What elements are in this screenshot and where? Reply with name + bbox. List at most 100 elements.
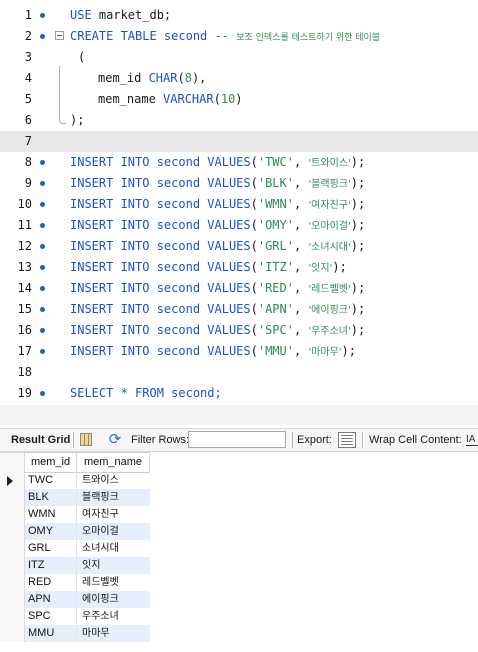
cell-mem-id[interactable]: APN [25, 591, 77, 608]
editor-line[interactable]: 1 USE market_db; [0, 5, 478, 26]
code-token: ( [177, 71, 185, 85]
row-header[interactable] [0, 540, 25, 557]
code-text: INSERT INTO second VALUES('OMY', '오마이걸')… [70, 215, 365, 237]
editor-line[interactable]: 10 INSERT INTO second VALUES('WMN', '여자친구… [0, 194, 478, 215]
editor-line[interactable]: 5 mem_name VARCHAR(10) [0, 89, 478, 110]
table-row[interactable]: GRL 소녀시대 [0, 540, 150, 557]
row-header[interactable] [0, 523, 25, 540]
row-header[interactable] [0, 472, 25, 489]
column-header-mem-id[interactable]: mem_id [25, 453, 77, 472]
cell-mem-id[interactable]: BLK [25, 489, 77, 506]
cell-mem-name[interactable]: 블랙핑크 [77, 489, 150, 506]
code-token: USE [70, 8, 92, 22]
editor-line[interactable]: 6); [0, 110, 478, 131]
line-number: 1 [24, 8, 32, 22]
editor-line[interactable]: 3( [0, 47, 478, 68]
table-row[interactable]: SPC 우주소녀 [0, 608, 150, 625]
code-token: ); [350, 176, 366, 190]
cell-mem-id[interactable]: TWC [25, 472, 77, 489]
editor-line[interactable]: 8 INSERT INTO second VALUES('TWC', '트와이스'… [0, 152, 478, 173]
table-row[interactable]: ITZ 잇지 [0, 557, 150, 574]
code-token: INSERT INTO second VALUES [70, 344, 251, 358]
code-token: 보조 인덱스를 테스트하기 위한 테이블 [236, 33, 381, 43]
editor-line[interactable]: 19 SELECT * FROM second; [0, 383, 478, 404]
table-row[interactable]: TWC 트와이스 [0, 472, 150, 489]
cell-mem-id[interactable]: ITZ [25, 557, 77, 574]
code-token: , [293, 302, 309, 316]
export-icon[interactable] [338, 432, 356, 448]
editor-line[interactable]: 16 INSERT INTO second VALUES('SPC', '우주소녀… [0, 320, 478, 341]
table-row[interactable]: MMU 마마무 [0, 625, 150, 642]
row-header[interactable] [0, 608, 25, 625]
row-header[interactable] [0, 506, 25, 523]
statement-marker-icon [40, 223, 45, 228]
row-header[interactable] [0, 625, 25, 642]
code-text: CREATE TABLE second -- 보조 인덱스를 테스트하기 위한 … [70, 26, 380, 49]
line-number: 8 [24, 155, 32, 169]
fold-collapse-icon[interactable] [55, 31, 64, 40]
column-header-mem-name[interactable]: mem_name [77, 453, 150, 472]
code-token: ); [70, 113, 85, 127]
table-row[interactable]: BLK 블랙핑크 [0, 489, 150, 506]
code-text: INSERT INTO second VALUES('ITZ', '잇지'); [70, 257, 347, 279]
editor-line[interactable]: 17 INSERT INTO second VALUES('MMU', '마마무'… [0, 341, 478, 362]
cell-mem-id[interactable]: SPC [25, 608, 77, 625]
code-text: ( [78, 47, 85, 68]
cell-mem-id[interactable]: OMY [25, 523, 77, 540]
cell-mem-name[interactable]: 에이핑크 [77, 591, 150, 608]
cell-mem-name[interactable]: 여자친구 [77, 506, 150, 523]
cell-mem-name[interactable]: 소녀시대 [77, 540, 150, 557]
editor-line[interactable]: 14 INSERT INTO second VALUES('RED', '레드벨벳… [0, 278, 478, 299]
editor-line[interactable]: 2 CREATE TABLE second -- 보조 인덱스를 테스트하기 위한… [0, 26, 478, 47]
cell-mem-id[interactable]: GRL [25, 540, 77, 557]
editor-line[interactable]: 15 INSERT INTO second VALUES('APN', '에이핑크… [0, 299, 478, 320]
cell-mem-id[interactable]: MMU [25, 625, 77, 642]
row-header[interactable] [0, 591, 25, 608]
table-row[interactable]: OMY 오마이걸 [0, 523, 150, 540]
line-number: 19 [17, 386, 32, 400]
code-token: 'ITZ' [257, 260, 294, 274]
result-grid-tab[interactable]: Result Grid [11, 429, 70, 451]
code-token: ( [78, 50, 86, 64]
line-number: 2 [24, 29, 32, 43]
statement-marker-icon [40, 265, 45, 270]
editor-line[interactable]: 7 [0, 131, 478, 152]
editor-line[interactable]: 4 mem_id CHAR(8), [0, 68, 478, 89]
code-token: ), [191, 71, 207, 85]
table-row[interactable]: WMN 여자친구 [0, 506, 150, 523]
wrap-icon[interactable]: IA [466, 433, 478, 446]
code-token: 'BLK' [257, 176, 294, 190]
editor-line[interactable]: 13 INSERT INTO second VALUES('ITZ', '잇지')… [0, 257, 478, 278]
code-token: , [293, 197, 309, 211]
filter-rows-input[interactable] [188, 431, 286, 448]
sql-editor[interactable]: 1 USE market_db; 2 CREATE TABLE second -- 보… [0, 0, 478, 405]
code-token: INSERT INTO second VALUES [70, 155, 251, 169]
code-token: '에이핑크' [308, 305, 351, 316]
table-row[interactable]: RED 레드벨벳 [0, 574, 150, 591]
row-header[interactable] [0, 557, 25, 574]
code-token: ); [332, 260, 347, 274]
export-label: Export: [297, 434, 332, 446]
cell-mem-name[interactable]: 오마이걸 [77, 523, 150, 540]
editor-result-divider[interactable] [0, 405, 478, 425]
cell-mem-name[interactable]: 잇지 [77, 557, 150, 574]
refresh-icon[interactable]: ⟳ [106, 431, 124, 449]
statement-marker-icon [40, 244, 45, 249]
grid-icon[interactable] [80, 433, 92, 446]
cell-mem-id[interactable]: RED [25, 574, 77, 591]
cell-mem-name[interactable]: 레드벨벳 [77, 574, 150, 591]
editor-line[interactable]: 18 [0, 362, 478, 383]
table-row[interactable]: APN 에이핑크 [0, 591, 150, 608]
cell-mem-name[interactable]: 트와이스 [77, 472, 150, 489]
row-header[interactable] [0, 489, 25, 506]
editor-line[interactable]: 12 INSERT INTO second VALUES('GRL', '소녀시대… [0, 236, 478, 257]
editor-line[interactable]: 9 INSERT INTO second VALUES('BLK', '블랙핑크'… [0, 173, 478, 194]
editor-line[interactable]: 11 INSERT INTO second VALUES('OMY', '오마이걸… [0, 215, 478, 236]
cell-mem-name[interactable]: 우주소녀 [77, 608, 150, 625]
row-header-corner [0, 453, 25, 472]
cell-mem-id[interactable]: WMN [25, 506, 77, 523]
cell-mem-name[interactable]: 마마무 [77, 625, 150, 642]
code-token: 'APN' [257, 302, 294, 316]
code-token: 'SPC' [257, 323, 294, 337]
row-header[interactable] [0, 574, 25, 591]
